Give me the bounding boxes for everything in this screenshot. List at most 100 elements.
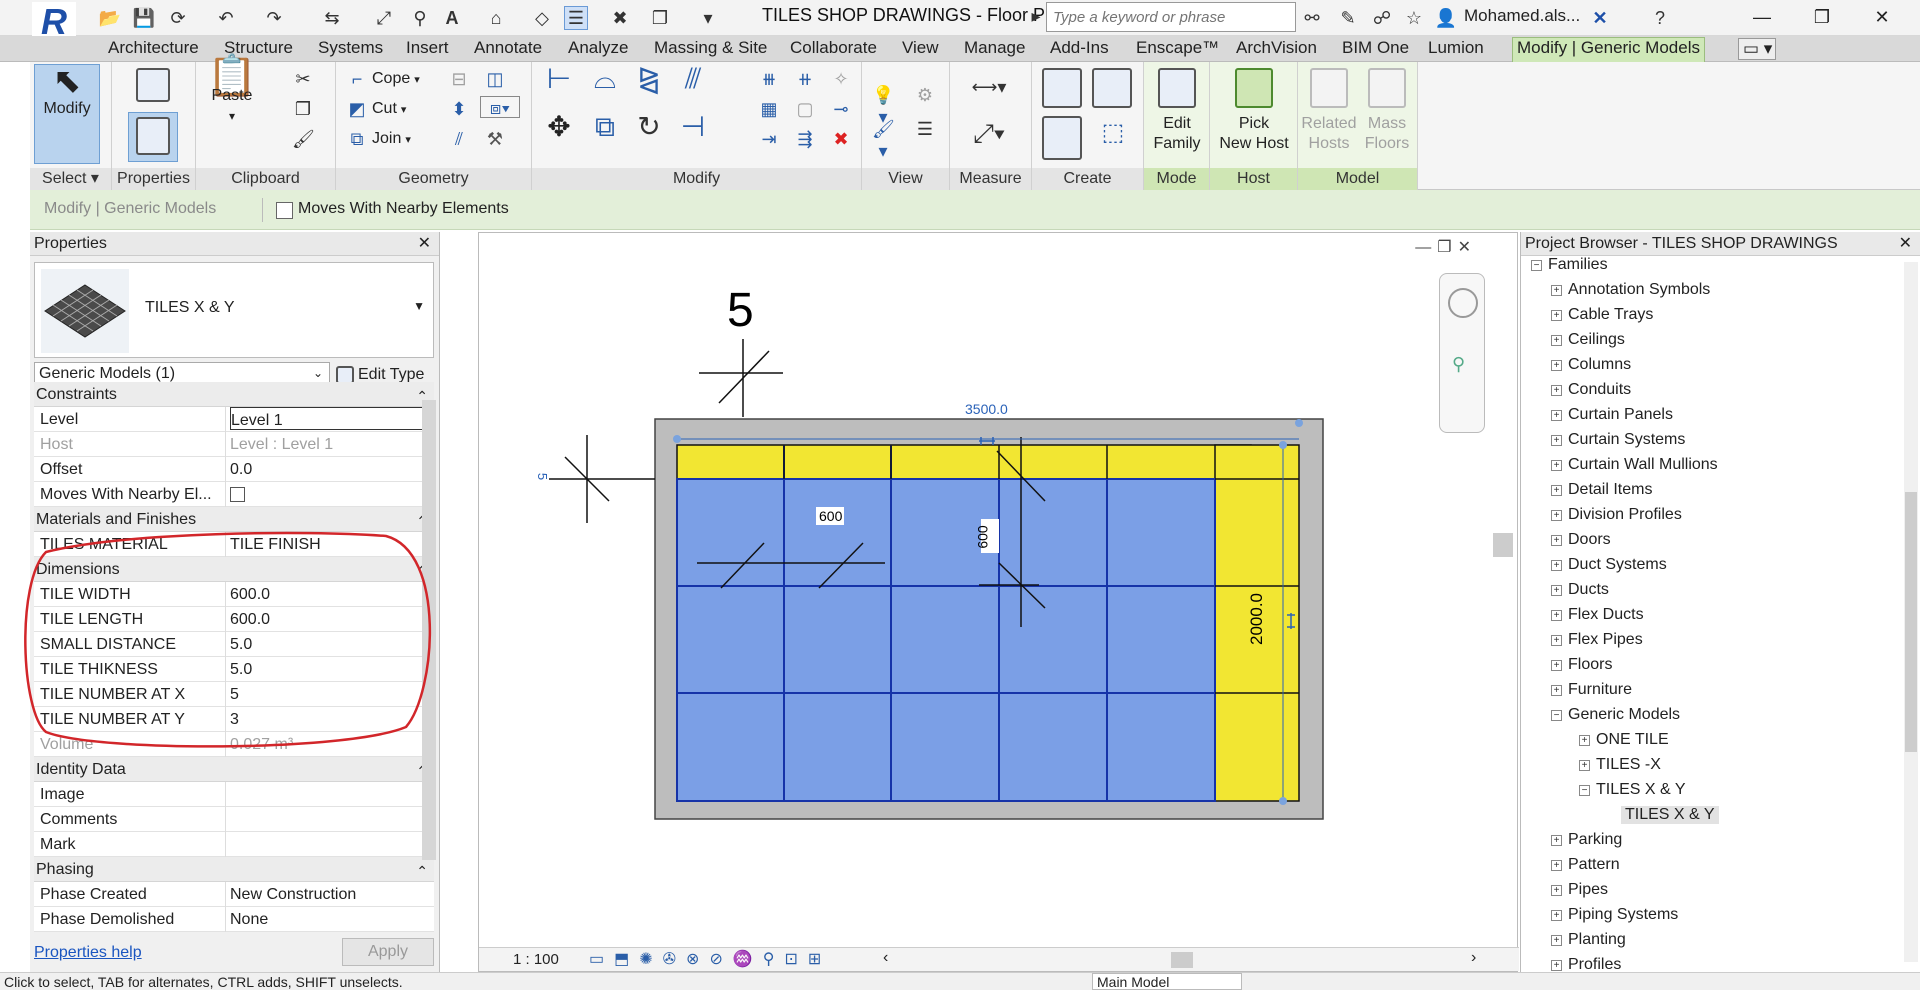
property-row[interactable]: Mark <box>34 832 434 857</box>
tree-item[interactable]: + Cable Trays <box>1551 306 1653 324</box>
select-dropdown[interactable]: Select ▾ <box>30 168 111 190</box>
favorites-icon[interactable]: ☆ <box>1402 6 1426 30</box>
tree-item[interactable]: + Planting <box>1551 931 1626 949</box>
moves-with-nearby-property-checkbox[interactable] <box>230 487 245 502</box>
tab-modify-generic-models[interactable]: Modify | Generic Models <box>1512 37 1705 62</box>
tab-insert[interactable]: Insert <box>402 38 453 60</box>
measure-qa-icon[interactable]: ⇆ <box>320 6 344 30</box>
expand-icon[interactable]: + <box>1551 359 1562 371</box>
default-3d-icon[interactable]: ⌂ <box>484 6 508 30</box>
expand-icon[interactable]: + <box>1551 909 1562 921</box>
properties-help-link[interactable]: Properties help <box>34 944 142 962</box>
edit-family-button[interactable]: Edit Family <box>1146 64 1208 168</box>
tab-manage[interactable]: Manage <box>960 38 1029 60</box>
tree-item[interactable]: + Flex Pipes <box>1551 631 1643 649</box>
scale-icon[interactable]: ▢ <box>794 98 816 120</box>
minimize-icon[interactable]: — <box>1742 2 1782 32</box>
apply-button[interactable]: Apply <box>342 938 434 966</box>
restore-icon[interactable]: ❐ <box>1802 2 1842 32</box>
redo-icon[interactable]: ↷ <box>262 6 286 30</box>
tree-item[interactable]: + Piping Systems <box>1551 906 1678 924</box>
tree-item[interactable]: + ONE TILE <box>1579 731 1669 749</box>
hide-isolate-icon[interactable]: 💡▾ <box>872 84 894 127</box>
property-value[interactable]: New Construction <box>230 882 450 907</box>
hammer-icon[interactable]: ⚒ <box>484 128 506 150</box>
rotate-icon[interactable]: ↻ <box>632 113 666 150</box>
trim-multiple-icon[interactable]: ⇥ <box>758 128 780 150</box>
customize-qa-icon[interactable]: ▾ <box>696 6 720 30</box>
collapse-icon[interactable]: − <box>1579 784 1590 796</box>
trim-single-icon[interactable]: ⇶ <box>794 128 816 150</box>
split-element-icon[interactable]: ⧻ <box>758 68 780 90</box>
tab-massing-site[interactable]: Massing & Site <box>650 38 771 60</box>
group-header[interactable]: Identity Data <box>34 757 434 784</box>
browser-scrollbar[interactable] <box>1904 262 1918 962</box>
tree-item[interactable]: − Generic Models <box>1551 706 1680 724</box>
tab-archvision[interactable]: ArchVision <box>1232 38 1321 60</box>
close-icon[interactable]: ✕ <box>1899 232 1912 256</box>
tree-item[interactable]: + Annotation Symbols <box>1551 281 1710 299</box>
drawing-canvas[interactable]: —❐✕ ⚲ 5 5 3500.0 600 600 2000.0 1: 100 … <box>478 232 1519 972</box>
tile-length-dimension-text[interactable]: 600 <box>975 525 991 548</box>
cope-button[interactable]: ⌐ Cope ▾ <box>346 68 420 90</box>
tree-item[interactable]: + Duct Systems <box>1551 556 1667 574</box>
expand-icon[interactable]: + <box>1551 459 1562 471</box>
measure-between-icon[interactable]: ⟷▾ <box>964 76 1014 98</box>
property-row[interactable]: Moves With Nearby El... <box>34 482 434 507</box>
tree-item[interactable]: + Detail Items <box>1551 481 1652 499</box>
binoculars-icon[interactable]: ⚯ <box>1300 6 1324 30</box>
moves-with-nearby-checkbox[interactable] <box>276 202 293 219</box>
property-row[interactable]: Level Level 1 <box>34 407 434 432</box>
property-row[interactable]: Phase Demolished None <box>34 907 434 932</box>
horizontal-scroll-thumb[interactable] <box>1171 952 1193 968</box>
section-icon[interactable]: ◇ <box>530 6 554 30</box>
tree-item[interactable]: + Conduits <box>1551 381 1631 399</box>
tab-analyze[interactable]: Analyze <box>564 38 632 60</box>
type-selector[interactable]: TILES X & Y ▼ <box>34 262 434 358</box>
aligned-dimension-icon[interactable]: ⤢ <box>372 6 396 30</box>
property-row[interactable]: Image <box>34 782 434 807</box>
user-name[interactable]: Mohamed.als... <box>1464 6 1580 26</box>
related-hosts-button[interactable]: Related Hosts <box>1300 64 1358 168</box>
tab-systems[interactable]: Systems <box>314 38 387 60</box>
modify-button[interactable]: ⬉ Modify <box>34 64 100 164</box>
expand-icon[interactable]: + <box>1551 634 1562 646</box>
property-row[interactable]: Offset 0.0 <box>34 457 434 482</box>
tree-item[interactable]: + Ducts <box>1551 581 1609 599</box>
tab-enscape[interactable]: Enscape™ <box>1132 38 1223 60</box>
undo-icon[interactable]: ↶ <box>214 6 238 30</box>
tab-view[interactable]: View <box>898 38 943 60</box>
create-similar-icon[interactable]: ⬚ <box>1096 121 1130 145</box>
thin-lines-icon[interactable]: ☰ <box>564 6 588 30</box>
save-icon[interactable]: 💾 <box>132 6 156 30</box>
expand-icon[interactable]: + <box>1579 734 1590 746</box>
expand-icon[interactable]: + <box>1551 309 1562 321</box>
offset-icon[interactable]: ⌓ <box>588 65 622 102</box>
tile-width-dimension-text[interactable]: 600 <box>819 508 842 524</box>
expand-icon[interactable]: + <box>1551 284 1562 296</box>
tree-item[interactable]: + Curtain Wall Mullions <box>1551 456 1718 474</box>
help-icon[interactable]: ? <box>1648 6 1672 30</box>
sync-icon[interactable]: ⟳ <box>166 6 190 30</box>
switch-windows-icon[interactable]: ❐ <box>648 6 672 30</box>
active-workset-dropdown[interactable]: Main Model <box>1092 973 1242 990</box>
properties-toggle-button[interactable] <box>128 112 178 162</box>
ribbon-display-toggle[interactable]: ▭ ▾ <box>1738 38 1776 60</box>
tag-icon[interactable]: ⚲ <box>408 6 432 30</box>
tab-collaborate[interactable]: Collaborate <box>786 38 881 60</box>
create-parts-icon[interactable] <box>1092 68 1132 108</box>
expand-icon[interactable]: + <box>1551 334 1562 346</box>
mass-floors-button[interactable]: Mass Floors <box>1358 64 1416 168</box>
property-row[interactable]: Comments <box>34 807 434 832</box>
tab-annotate[interactable]: Annotate <box>470 38 546 60</box>
text-icon[interactable]: A <box>440 6 464 30</box>
expand-icon[interactable]: + <box>1551 884 1562 896</box>
array-icon[interactable]: ▦ <box>758 98 780 120</box>
expand-icon[interactable]: + <box>1551 584 1562 596</box>
create-group-icon[interactable] <box>1042 116 1082 160</box>
top-dimension-text[interactable]: 3500.0 <box>965 401 1008 417</box>
trim-extend-icon[interactable]: ⊣ <box>676 113 710 150</box>
create-assembly-icon[interactable] <box>1042 68 1082 108</box>
expand-icon[interactable]: + <box>1551 409 1562 421</box>
close-icon[interactable]: ✕ <box>418 232 431 256</box>
